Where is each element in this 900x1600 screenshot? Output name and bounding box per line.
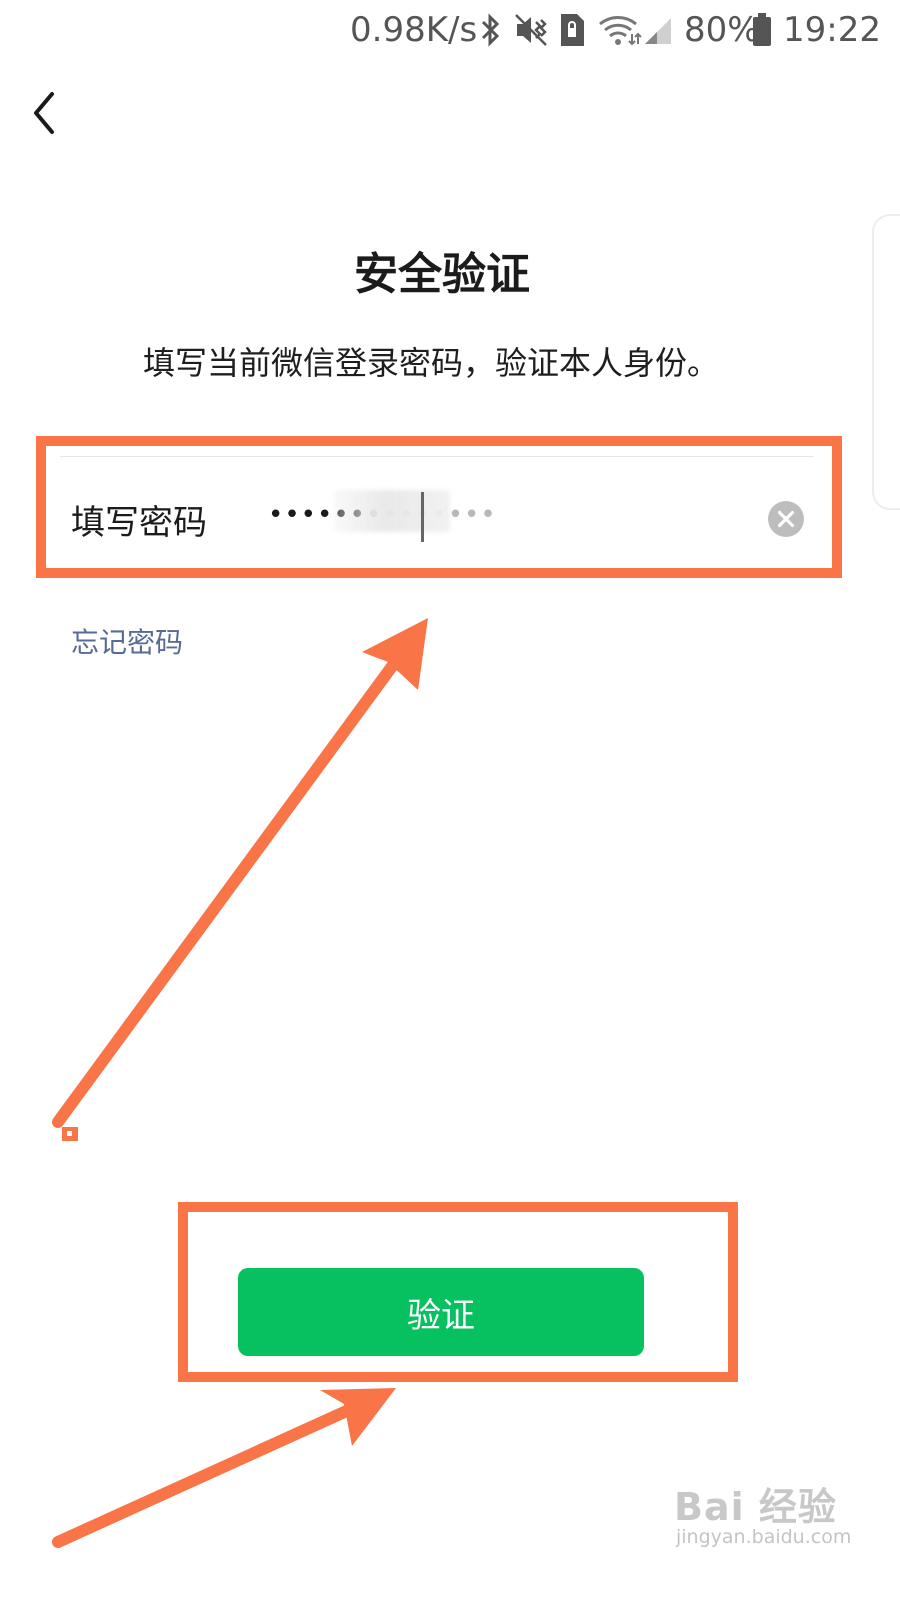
annotation-arrows [52, 618, 428, 1548]
annotation-arrow-up [52, 618, 428, 1141]
watermark-url: jingyan.baidu.com [676, 1526, 852, 1548]
annotation-arrow-lower [52, 1388, 396, 1548]
watermark: Bai 经验 jingyan.baidu.com [674, 1476, 851, 1556]
watermark-logo: Bai 经验 [674, 1485, 837, 1529]
